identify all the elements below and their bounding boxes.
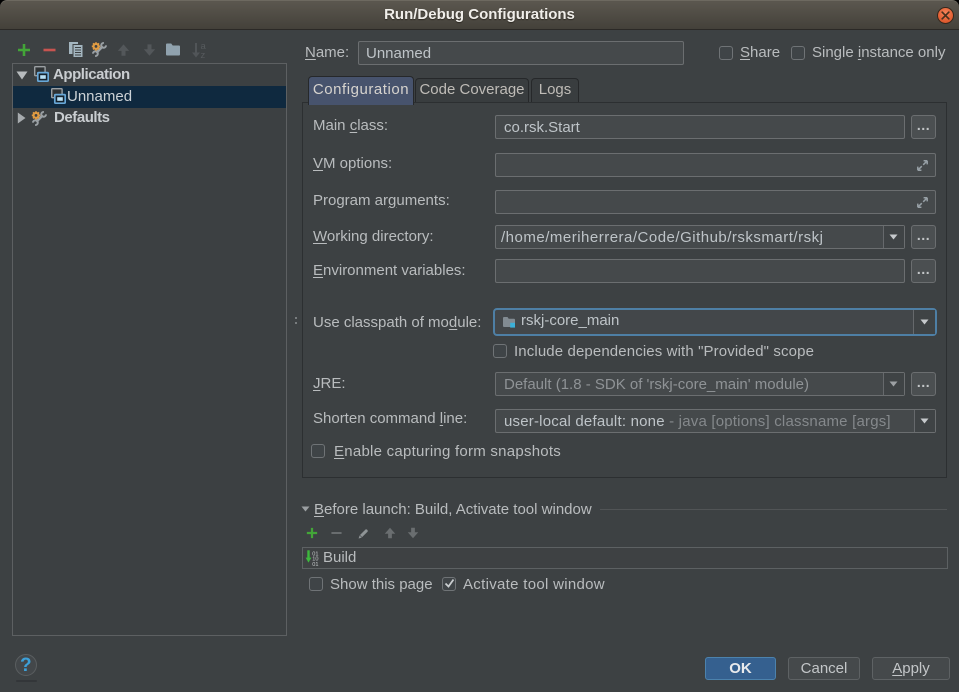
svg-text:z: z [201, 50, 206, 58]
svg-text:01: 01 [312, 562, 318, 566]
